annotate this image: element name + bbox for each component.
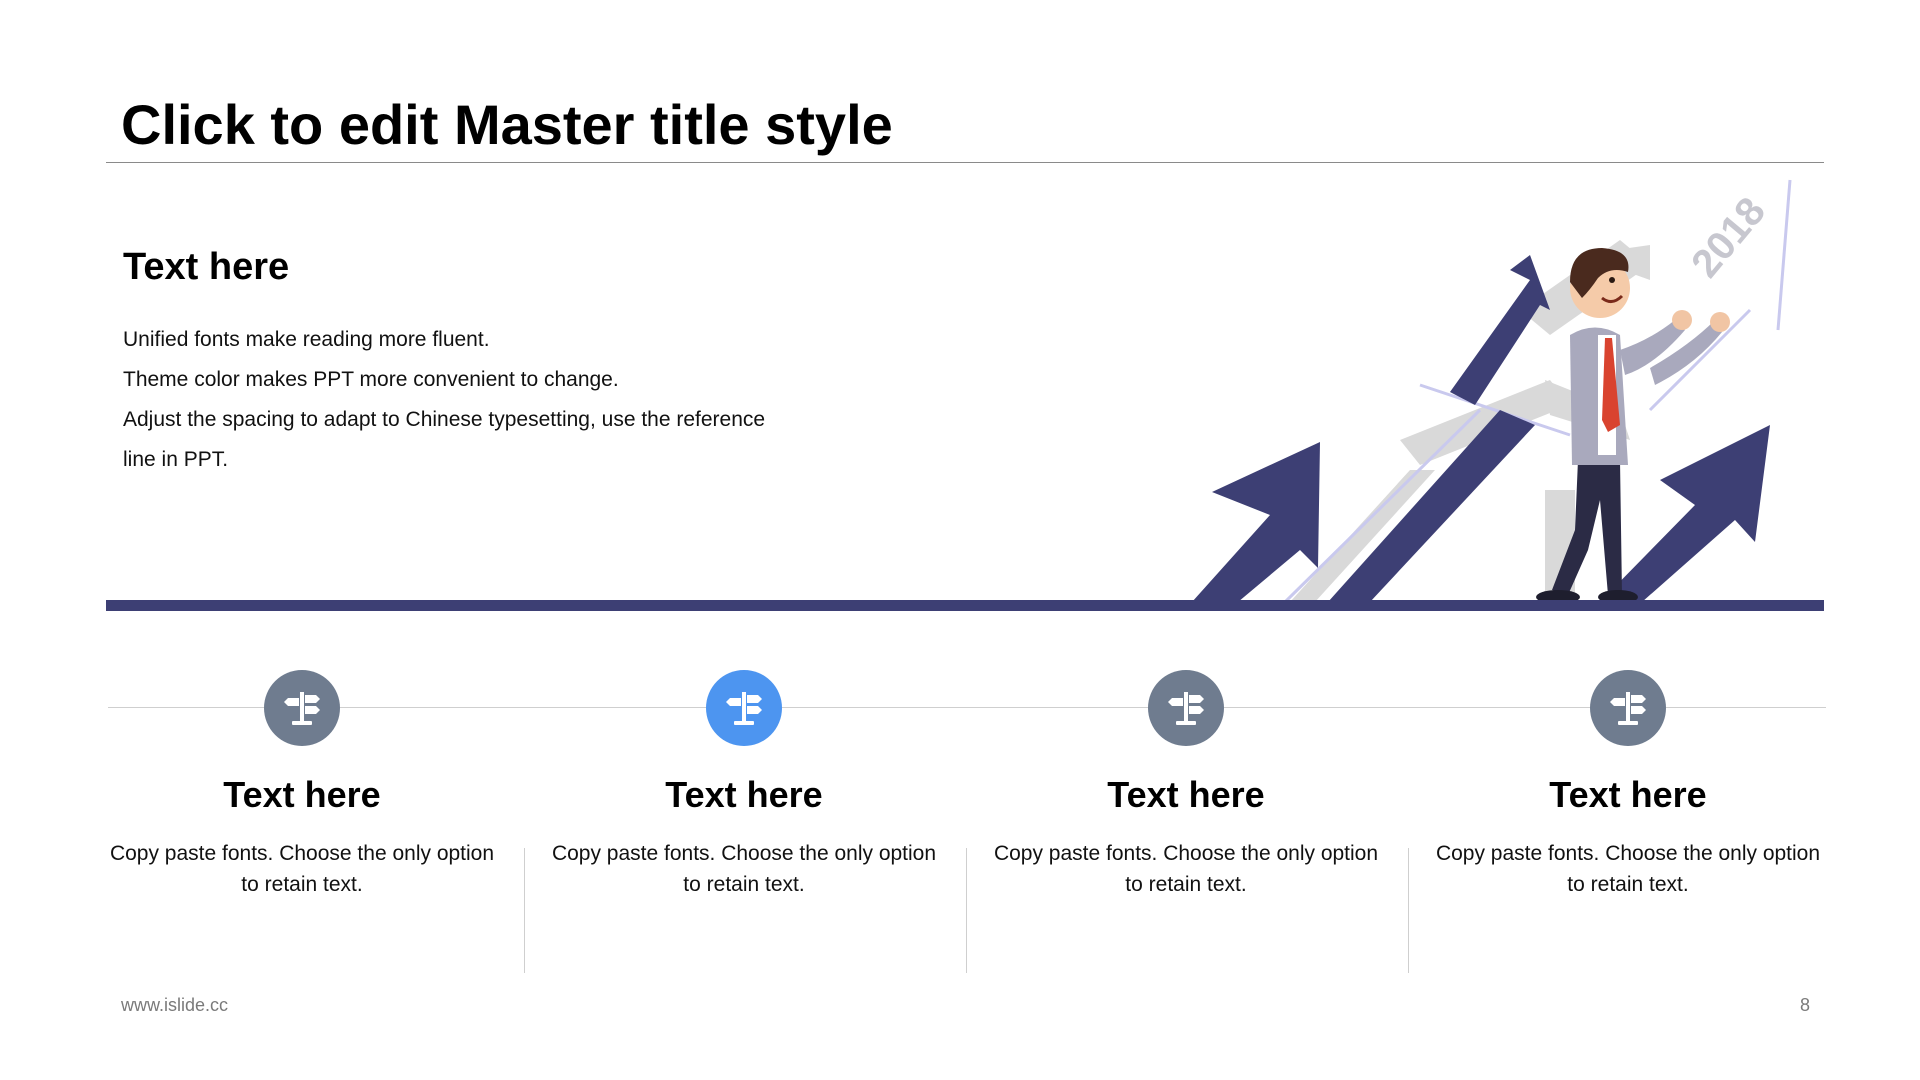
feature-column-3: Text here Copy paste fonts. Choose the o…: [966, 670, 1406, 900]
body-line: Unified fonts make reading more fluent.: [123, 328, 490, 351]
body-line: Adjust the spacing to adapt to Chinese t…: [123, 408, 766, 431]
feature-description[interactable]: Copy paste fonts. Choose the only option…: [1408, 838, 1848, 900]
feature-column-4: Text here Copy paste fonts. Choose the o…: [1408, 670, 1848, 900]
body-line: Theme color makes PPT more convenient to…: [123, 368, 619, 391]
signpost-glyph: [284, 692, 320, 725]
year-label: 2018: [1683, 189, 1774, 285]
feature-column-1: Text here Copy paste fonts. Choose the o…: [82, 670, 522, 900]
feature-description[interactable]: Copy paste fonts. Choose the only option…: [524, 838, 964, 900]
feature-description[interactable]: Copy paste fonts. Choose the only option…: [966, 838, 1406, 900]
slide-title[interactable]: Click to edit Master title style: [121, 92, 893, 157]
growth-arrows-illustration: 2018: [1192, 179, 1792, 604]
body-line: line in PPT.: [123, 448, 229, 471]
feature-title[interactable]: Text here: [1408, 774, 1848, 816]
signpost-glyph: [1168, 692, 1204, 725]
column-divider: [1408, 848, 1409, 973]
feature-title[interactable]: Text here: [966, 774, 1406, 816]
feature-title[interactable]: Text here: [524, 774, 964, 816]
accent-bar: [106, 600, 1824, 611]
column-divider: [524, 848, 525, 973]
body-text[interactable]: Unified fonts make reading more fluent. …: [123, 320, 813, 480]
signpost-icon[interactable]: [264, 670, 340, 746]
section-heading[interactable]: Text here: [123, 246, 289, 289]
footer-url[interactable]: www.islide.cc: [121, 995, 228, 1016]
signpost-icon[interactable]: [1590, 670, 1666, 746]
page-number: 8: [1799, 995, 1810, 1015]
title-underline: [106, 162, 1824, 163]
slide: Click to edit Master title style Text he…: [0, 0, 1920, 1080]
signpost-icon[interactable]: [706, 670, 782, 746]
column-divider: [966, 848, 967, 973]
signpost-glyph: [726, 692, 762, 725]
signpost-icon[interactable]: [1148, 670, 1224, 746]
signpost-glyph: [1610, 692, 1646, 725]
feature-title[interactable]: Text here: [82, 774, 522, 816]
feature-column-2: Text here Copy paste fonts. Choose the o…: [524, 670, 964, 900]
feature-description[interactable]: Copy paste fonts. Choose the only option…: [82, 838, 522, 900]
